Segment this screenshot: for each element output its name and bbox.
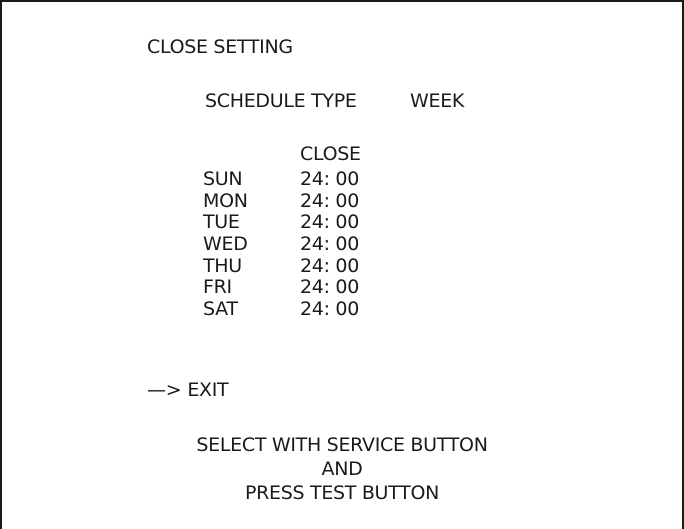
instruction-line: PRESS TEST BUTTON bbox=[244, 482, 440, 504]
close-time: 24: 00 bbox=[300, 298, 359, 321]
schedule-type-value[interactable]: WEEK bbox=[410, 89, 464, 113]
close-time: 24: 00 bbox=[300, 233, 359, 256]
instruction-line: AND bbox=[321, 458, 363, 480]
instruction-line: SELECT WITH SERVICE BUTTON bbox=[196, 434, 488, 456]
day-label: FRI bbox=[203, 276, 232, 299]
exit-menu-item[interactable]: —> EXIT bbox=[147, 378, 229, 402]
selection-cursor-arrow-icon: —> bbox=[147, 379, 182, 401]
close-time: 24: 00 bbox=[300, 276, 359, 299]
page-title: CLOSE SETTING bbox=[147, 36, 293, 58]
day-label: SUN bbox=[203, 168, 243, 190]
day-label: THU bbox=[203, 254, 242, 277]
close-time: 24: 00 bbox=[300, 254, 359, 277]
exit-label: EXIT bbox=[187, 379, 229, 401]
close-time: 24: 00 bbox=[300, 168, 359, 190]
day-label: MON bbox=[203, 189, 248, 212]
day-label: TUE bbox=[203, 211, 240, 234]
close-time: 24: 00 bbox=[300, 211, 359, 234]
schedule-type-label: SCHEDULE TYPE bbox=[205, 90, 357, 112]
day-label: WED bbox=[203, 233, 248, 256]
close-column-header: CLOSE bbox=[300, 143, 361, 165]
close-time: 24: 00 bbox=[300, 189, 359, 212]
day-label: SAT bbox=[203, 298, 238, 321]
